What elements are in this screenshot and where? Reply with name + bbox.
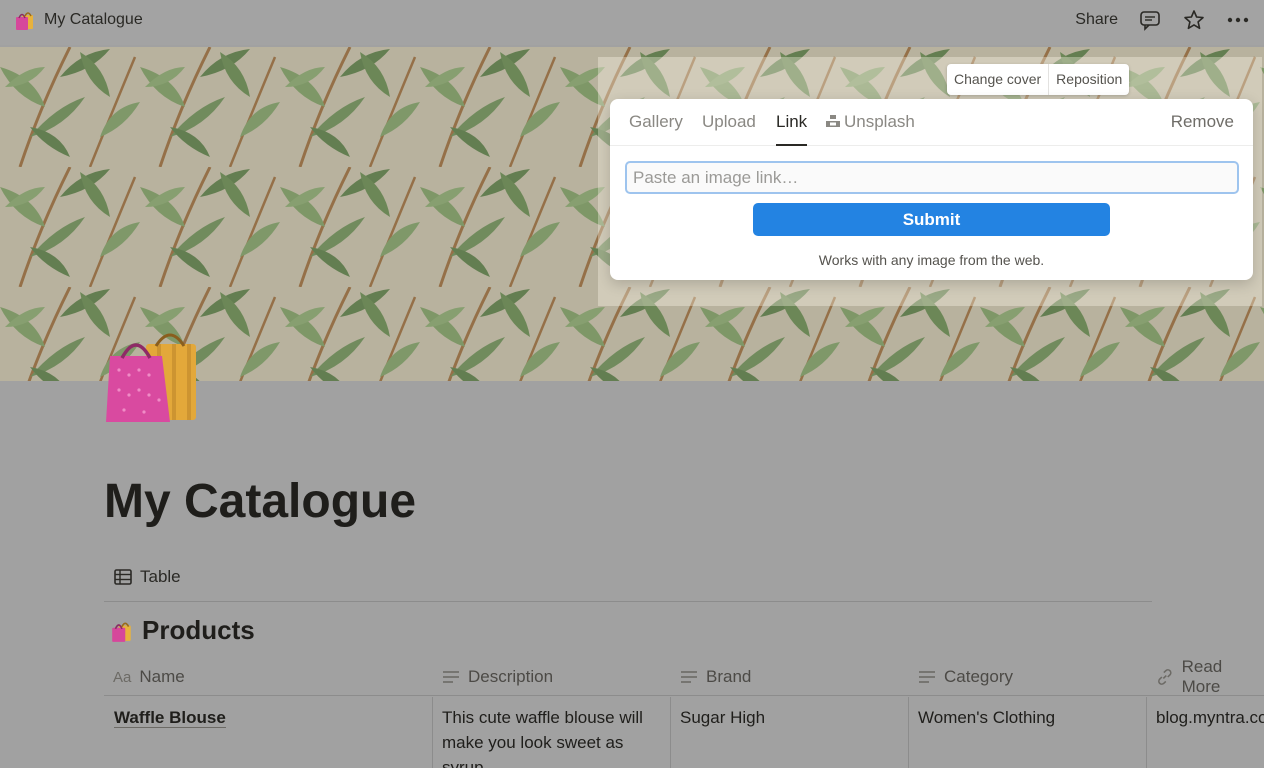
cell-brand[interactable]: Sugar High	[670, 697, 908, 768]
table-row[interactable]: Waffle Blouse This cute waffle blouse wi…	[104, 697, 1264, 768]
column-label: Description	[468, 667, 554, 686]
shopping-bags-icon	[16, 12, 33, 30]
column-header-read-more[interactable]: Read More	[1156, 657, 1264, 696]
tab-upload[interactable]: Upload	[702, 112, 756, 146]
comments-icon[interactable]	[1138, 8, 1162, 32]
cell-description[interactable]: This cute waffle blouse will make you lo…	[432, 697, 670, 768]
submit-button[interactable]: Submit	[753, 203, 1110, 236]
column-header-name[interactable]: Aa Name	[113, 658, 185, 696]
remove-button[interactable]: Remove	[1171, 112, 1234, 132]
topbar-actions: Share	[1075, 8, 1250, 32]
cover-controls: Change cover Reposition	[947, 64, 1130, 95]
star-icon[interactable]	[1182, 8, 1206, 32]
tab-unsplash[interactable]: Unsplash	[826, 112, 915, 146]
cell-category[interactable]: Women's Clothing	[908, 697, 1146, 768]
database-title[interactable]: Products	[110, 615, 255, 646]
image-link-input[interactable]	[625, 161, 1239, 194]
text-icon	[443, 671, 459, 683]
column-label: Category	[944, 667, 1013, 686]
cell-name[interactable]: Waffle Blouse	[104, 697, 432, 768]
column-label: Name	[139, 667, 185, 686]
unsplash-icon	[826, 115, 840, 127]
row-name[interactable]: Waffle Blouse	[114, 708, 226, 728]
text-icon	[681, 671, 697, 683]
column-header-brand[interactable]: Brand	[680, 658, 751, 696]
view-divider	[104, 601, 1152, 602]
reposition-button[interactable]: Reposition	[1048, 64, 1129, 95]
link-icon	[1158, 669, 1172, 685]
shopping-bags-icon	[112, 622, 131, 642]
table-header: Aa Name Description Brand Category Read …	[104, 657, 1264, 696]
table-icon	[114, 569, 132, 585]
column-label: Read More	[1181, 657, 1223, 696]
shopping-bags-icon[interactable]	[104, 330, 200, 426]
view-tab-label: Table	[140, 567, 181, 586]
cell-read-more[interactable]: blog.myntra.com	[1146, 697, 1264, 768]
change-cover-button[interactable]: Change cover	[947, 64, 1048, 95]
database-title-text: Products	[142, 615, 255, 645]
cover-picker-tabs: Gallery Upload Link Unsplash Remove	[610, 99, 1253, 146]
tab-gallery[interactable]: Gallery	[629, 112, 683, 146]
link-hint: Works with any image from the web.	[818, 252, 1045, 268]
view-tab-table[interactable]: Table	[114, 567, 181, 587]
page-title[interactable]: My Catalogue	[104, 474, 416, 529]
tab-link[interactable]: Link	[776, 112, 808, 146]
breadcrumb[interactable]: My Catalogue	[14, 9, 143, 31]
cover-picker-popup: Gallery Upload Link Unsplash Remove Subm…	[610, 99, 1253, 280]
breadcrumb-title: My Catalogue	[44, 11, 143, 28]
column-header-description[interactable]: Description	[442, 658, 553, 696]
share-button[interactable]: Share	[1075, 11, 1118, 29]
title-icon: Aa	[113, 668, 132, 686]
text-icon	[919, 671, 935, 683]
tab-unsplash-label: Unsplash	[844, 112, 915, 131]
top-bar: My Catalogue Share	[0, 0, 1264, 45]
more-icon[interactable]	[1226, 8, 1250, 32]
column-header-category[interactable]: Category	[918, 658, 1013, 696]
column-label: Brand	[706, 667, 752, 686]
